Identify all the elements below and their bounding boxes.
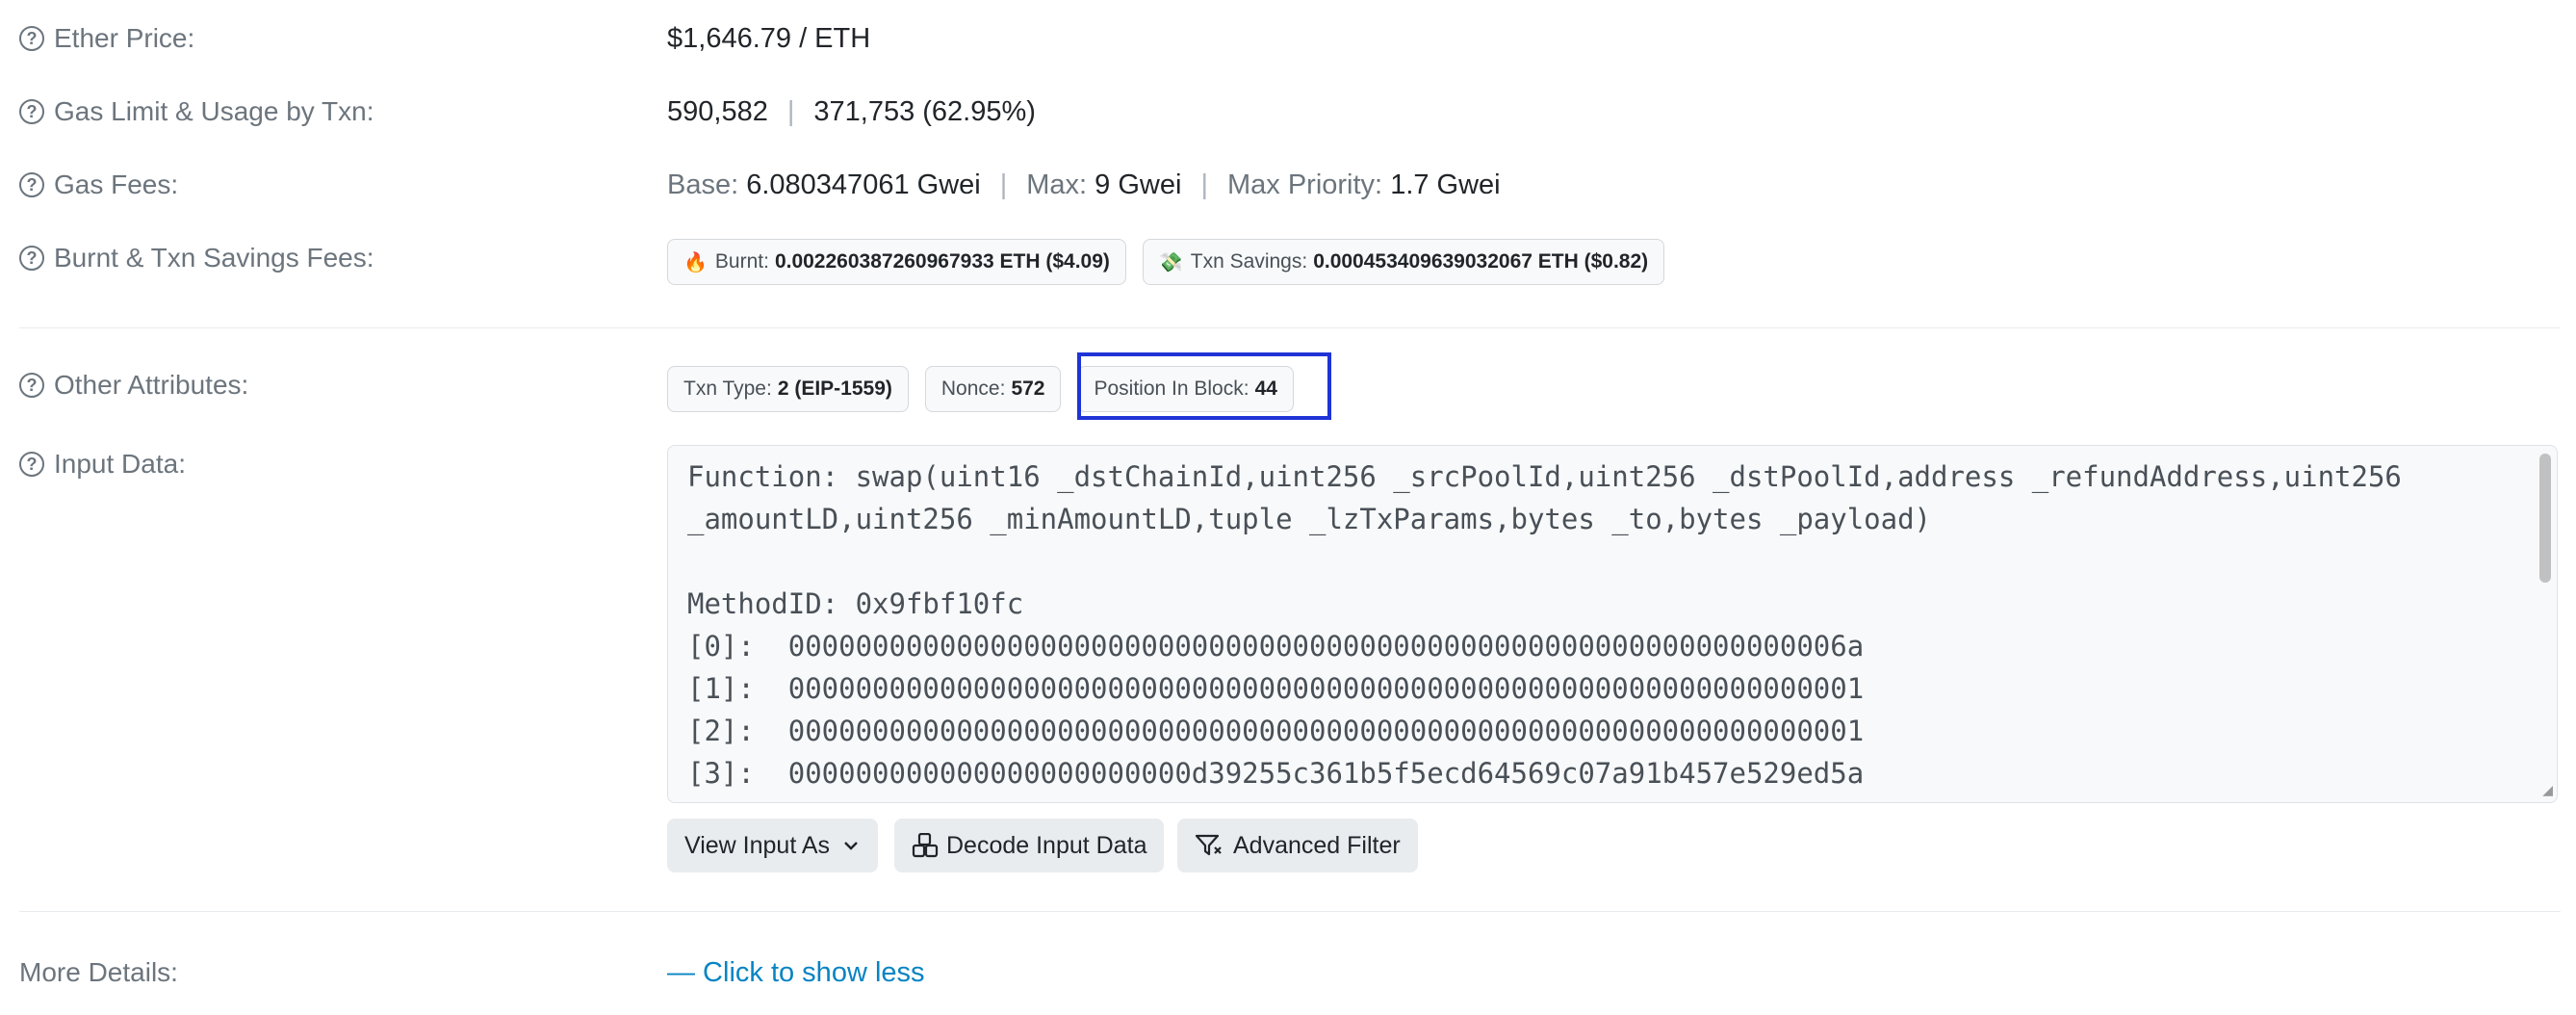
input-data-text: Function: swap(uint16 _dstChainId,uint25… bbox=[687, 455, 2528, 794]
ether-price-label: ? Ether Price: bbox=[19, 23, 194, 54]
burnt-fees-label: ? Burnt & Txn Savings Fees: bbox=[19, 243, 374, 273]
input-data-line: MethodID: 0x9fbf10fc bbox=[687, 587, 1024, 620]
base-fee-label: Base: bbox=[667, 169, 739, 200]
txn-savings-badge: 💸 Txn Savings: 0.000453409639032067 ETH … bbox=[1142, 239, 1665, 285]
money-wings-icon: 💸 bbox=[1158, 251, 1183, 273]
base-fee-value: 6.080347061 Gwei bbox=[746, 169, 981, 200]
gas-fees-value: Base: 6.080347061 Gwei | Max: 9 Gwei | M… bbox=[667, 169, 1501, 201]
resize-handle-icon[interactable]: ◢ bbox=[2542, 782, 2553, 798]
nonce-badge: Nonce: 572 bbox=[924, 366, 1062, 412]
help-circle-icon[interactable]: ? bbox=[19, 99, 44, 124]
gas-usage: 371,753 (62.95%) bbox=[813, 96, 1036, 127]
show-less-link[interactable]: — Click to show less bbox=[667, 957, 925, 989]
section-divider bbox=[19, 327, 2561, 328]
max-priority-value: 1.7 Gwei bbox=[1390, 169, 1501, 200]
view-input-as-button[interactable]: View Input As bbox=[667, 819, 879, 872]
advanced-filter-button[interactable]: Advanced Filter bbox=[1177, 819, 1418, 872]
cubes-icon bbox=[912, 833, 939, 858]
input-data-line bbox=[687, 540, 2528, 583]
txn-type-badge: Txn Type: 2 (EIP-1559) bbox=[667, 366, 909, 412]
gas-fees-label: ? Gas Fees: bbox=[19, 169, 178, 200]
help-circle-icon[interactable]: ? bbox=[19, 172, 44, 197]
burnt-badge: 🔥 Burnt: 0.002260387260967933 ETH ($4.09… bbox=[667, 239, 1126, 285]
gas-limit: 590,582 bbox=[667, 96, 768, 127]
help-circle-icon[interactable]: ? bbox=[19, 246, 44, 271]
max-fee-value: 9 Gwei bbox=[1095, 169, 1182, 200]
input-data-line: [2]: 00000000000000000000000000000000000… bbox=[687, 715, 1865, 747]
position-highlight-box bbox=[1077, 352, 1331, 420]
filter-icon bbox=[1195, 834, 1222, 856]
other-attributes-label: ? Other Attributes: bbox=[19, 370, 248, 401]
burnt-fees-value: 🔥 Burnt: 0.002260387260967933 ETH ($4.09… bbox=[667, 239, 1681, 285]
max-fee-label: Max: bbox=[1026, 169, 1088, 200]
input-data-line: [1]: 00000000000000000000000000000000000… bbox=[687, 672, 1865, 705]
section-divider bbox=[19, 911, 2561, 912]
input-data-label: ? Input Data: bbox=[19, 449, 186, 480]
decode-input-data-button[interactable]: Decode Input Data bbox=[894, 819, 1165, 872]
max-priority-label: Max Priority: bbox=[1226, 169, 1383, 200]
separator: | bbox=[999, 169, 1008, 200]
fire-icon: 🔥 bbox=[683, 251, 708, 273]
scrollbar[interactable] bbox=[2537, 448, 2555, 798]
gas-limit-value: 590,582 | 371,753 (62.95%) bbox=[667, 96, 1036, 128]
separator: | bbox=[1200, 169, 1208, 200]
input-data-line: _amountLD,uint256 _minAmountLD,tuple _lz… bbox=[687, 503, 1932, 535]
input-data-textarea[interactable]: Function: swap(uint16 _dstChainId,uint25… bbox=[667, 445, 2558, 803]
separator: | bbox=[786, 96, 795, 127]
ether-price-value: $1,646.79 / ETH bbox=[667, 23, 871, 54]
gas-limit-label: ? Gas Limit & Usage by Txn: bbox=[19, 96, 374, 127]
help-circle-icon[interactable]: ? bbox=[19, 26, 44, 51]
help-circle-icon[interactable]: ? bbox=[19, 373, 44, 398]
input-data-line: Function: swap(uint16 _dstChainId,uint25… bbox=[687, 460, 2402, 493]
chevron-down-icon bbox=[844, 842, 858, 850]
input-data-line: [0]: 00000000000000000000000000000000000… bbox=[687, 630, 1865, 663]
input-data-line: [3]: 000000000000000000000000d39255c361b… bbox=[687, 757, 1865, 790]
help-circle-icon[interactable]: ? bbox=[19, 452, 44, 477]
more-details-label: More Details: bbox=[19, 957, 178, 987]
scrollbar-thumb[interactable] bbox=[2539, 454, 2551, 583]
